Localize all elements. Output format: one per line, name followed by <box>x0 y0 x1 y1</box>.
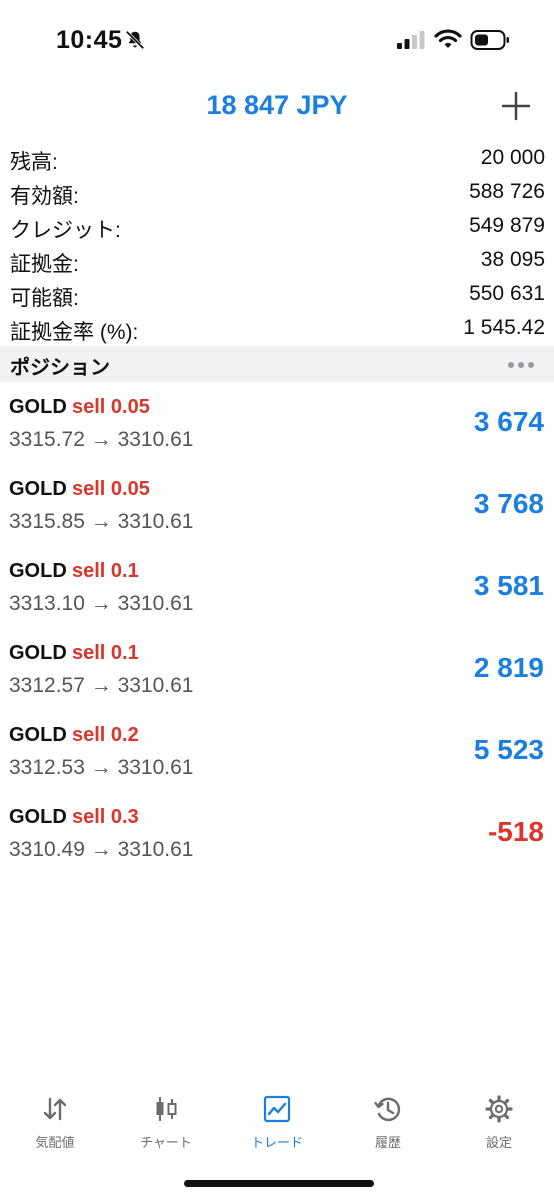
position-symbol: GOLD <box>9 478 67 500</box>
tab-chart[interactable]: チャート <box>111 1088 221 1152</box>
bell-muted-icon <box>125 30 145 50</box>
tab-label: 履歴 <box>374 1135 401 1150</box>
gear-icon <box>485 1095 513 1123</box>
summary-row-margin-level: 証拠金率 (%): 1 545.42 <box>0 312 554 346</box>
summary-label: 可能額: <box>10 287 79 310</box>
status-time: 10:45 <box>56 26 123 54</box>
tab-trade[interactable]: トレード <box>222 1088 332 1152</box>
position-symbol: GOLD <box>9 560 67 582</box>
position-symbol: GOLD <box>9 396 67 418</box>
position-profit: 2 819 <box>473 652 544 683</box>
more-options-icon[interactable] <box>504 350 538 376</box>
position-side-volume: sell 0.3 <box>72 806 139 828</box>
summary-value: 588 726 <box>469 180 545 203</box>
summary-label: 有効額: <box>10 185 79 208</box>
tab-label: トレード <box>250 1135 303 1150</box>
summary-value: 549 879 <box>469 214 545 237</box>
tab-label: 設定 <box>485 1135 512 1150</box>
position-profit: 3 581 <box>473 570 544 601</box>
summary-value: 550 631 <box>469 282 545 305</box>
status-bar: 10:45 <box>0 0 554 80</box>
tab-settings[interactable]: 設定 <box>444 1088 554 1152</box>
position-profit: 3 674 <box>473 406 544 437</box>
tab-bar: 気配値 チャート トレード 履歴 設定 <box>0 1088 554 1158</box>
summary-row-equity: 有効額: 588 726 <box>0 176 554 210</box>
position-row[interactable]: GOLD sell 0.05 3315.85 → 3310.61 3 768 <box>0 466 554 548</box>
new-order-plus-icon[interactable] <box>498 88 534 124</box>
position-row[interactable]: GOLD sell 0.05 3315.72 → 3310.61 3 674 <box>0 384 554 466</box>
summary-value: 38 095 <box>480 248 545 271</box>
position-prices: 3312.57 → 3310.61 <box>9 674 194 697</box>
summary-label: クレジット: <box>10 219 121 242</box>
history-clock-icon <box>374 1097 401 1122</box>
positions-section-header: ポジション <box>0 346 554 382</box>
summary-label: 証拠金率 (%): <box>10 321 139 344</box>
position-symbol: GOLD <box>9 724 67 746</box>
position-side-volume: sell 0.05 <box>72 396 150 418</box>
position-symbol: GOLD <box>9 642 67 664</box>
section-title: ポジション <box>10 357 110 379</box>
summary-value: 1 545.42 <box>463 316 545 339</box>
position-side-volume: sell 0.1 <box>72 560 139 582</box>
summary-row-free-margin: 可能額: 550 631 <box>0 278 554 312</box>
summary-row-balance: 残高: 20 000 <box>0 142 554 176</box>
battery-icon <box>470 30 509 50</box>
cellular-signal-icon <box>397 31 425 49</box>
position-profit: 3 768 <box>473 488 544 519</box>
summary-value: 20 000 <box>480 146 545 169</box>
summary-label: 証拠金: <box>10 253 79 276</box>
tab-label: チャート <box>140 1135 192 1150</box>
position-prices: 3310.49 → 3310.61 <box>9 838 194 861</box>
position-side-volume: sell 0.05 <box>72 478 150 500</box>
home-indicator[interactable] <box>184 1180 374 1187</box>
tab-history[interactable]: 履歴 <box>333 1088 443 1152</box>
account-balance-title: 18 847 JPY <box>206 90 348 120</box>
summary-row-margin: 証拠金: 38 095 <box>0 244 554 278</box>
header: 18 847 JPY <box>0 84 554 130</box>
position-prices: 3315.72 → 3310.61 <box>9 428 194 451</box>
position-prices: 3315.85 → 3310.61 <box>9 510 194 533</box>
position-profit: -518 <box>487 816 544 847</box>
wifi-icon <box>434 29 462 48</box>
position-row[interactable]: GOLD sell 0.3 3310.49 → 3310.61 -518 <box>0 794 554 876</box>
tab-quotes[interactable]: 気配値 <box>0 1088 110 1152</box>
positions-list: GOLD sell 0.05 3315.72 → 3310.61 3 674 G… <box>0 384 554 876</box>
position-profit: 5 523 <box>473 734 544 765</box>
account-summary: 残高: 20 000 有効額: 588 726 クレジット: 549 879 証… <box>0 142 554 346</box>
position-symbol: GOLD <box>9 806 67 828</box>
trade-chart-icon <box>263 1095 291 1123</box>
position-row[interactable]: GOLD sell 0.1 3312.57 → 3310.61 2 819 <box>0 630 554 712</box>
position-prices: 3313.10 → 3310.61 <box>9 592 194 615</box>
position-row[interactable]: GOLD sell 0.1 3313.10 → 3310.61 3 581 <box>0 548 554 630</box>
position-prices: 3312.53 → 3310.61 <box>9 756 194 779</box>
tab-label: 気配値 <box>35 1135 75 1150</box>
candlestick-icon <box>156 1097 177 1121</box>
summary-row-credit: クレジット: 549 879 <box>0 210 554 244</box>
summary-label: 残高: <box>10 151 58 174</box>
position-row[interactable]: GOLD sell 0.2 3312.53 → 3310.61 5 523 <box>0 712 554 794</box>
position-side-volume: sell 0.2 <box>72 724 139 746</box>
quotes-arrows-icon <box>43 1097 67 1121</box>
position-side-volume: sell 0.1 <box>72 642 139 664</box>
